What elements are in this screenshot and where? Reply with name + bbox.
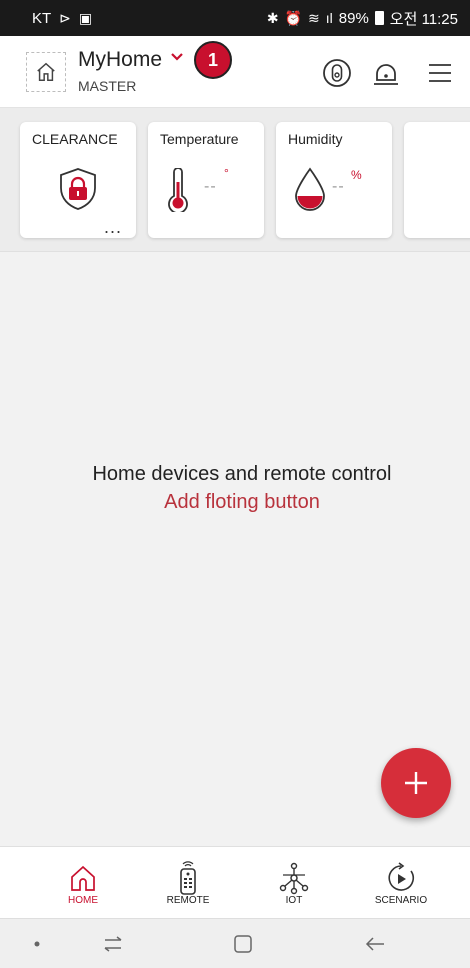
alarm-bell-icon[interactable] <box>369 56 403 90</box>
home-name[interactable]: MyHome <box>78 48 162 72</box>
card-title: Temperature <box>160 131 239 147</box>
system-navigation-bar <box>0 918 470 968</box>
app-screen: KT ⊳ ▣ ✱ ⏰ ≋ ıl 89% 오전 11:25 MyHome MAST… <box>0 0 470 968</box>
home-system-button[interactable] <box>228 929 258 959</box>
chevron-down-icon[interactable] <box>170 50 184 69</box>
alarm-icon: ⏰ <box>284 9 303 26</box>
card-title: CLEARANCE <box>32 131 118 147</box>
add-floating-button[interactable] <box>381 748 451 818</box>
nav-label: HOME <box>68 895 98 906</box>
humidity-card[interactable]: Humidity -- % <box>276 122 392 238</box>
nav-label: IOT <box>285 895 303 906</box>
menu-icon[interactable] <box>423 56 457 90</box>
battery-icon <box>374 11 384 25</box>
square-home-icon <box>234 935 252 953</box>
battery-percent: 89% <box>338 9 369 27</box>
empty-state-title: Home devices and remote control <box>92 463 392 485</box>
water-drop-icon <box>292 166 328 217</box>
remote-control-icon <box>171 861 205 895</box>
status-cards-row: CLEARANCE ... Temperature -- ° Humidity … <box>0 108 470 252</box>
step-badge: 1 <box>194 41 232 79</box>
signal-icon: ıl <box>325 10 333 26</box>
user-role: MASTER <box>78 78 137 94</box>
main-content: Home devices and remote control Add flot… <box>0 253 470 846</box>
clock: 오전 11:25 <box>389 10 458 28</box>
more-icon[interactable]: ... <box>104 218 122 236</box>
house-icon <box>37 62 55 81</box>
nav-scenario[interactable]: SCENARIO <box>346 847 456 919</box>
recents-icon <box>104 936 122 952</box>
nav-remote[interactable]: REMOTE <box>133 847 243 919</box>
nav-home[interactable]: HOME <box>28 847 138 919</box>
nav-label: REMOTE <box>166 895 210 906</box>
carrier-label: KT <box>32 9 52 27</box>
bluetooth-icon: ✱ <box>266 9 279 26</box>
empty-state-subtitle: Add floting button <box>164 491 320 513</box>
iot-network-icon <box>277 861 311 895</box>
humidity-value: -- <box>332 178 345 195</box>
nav-iot[interactable]: IOT <box>239 847 349 919</box>
plus-icon <box>405 772 427 794</box>
clearance-card[interactable]: CLEARANCE ... <box>20 122 136 238</box>
card-title: Humidity <box>288 131 343 147</box>
thermometer-icon <box>164 167 192 217</box>
temperature-unit: ° <box>224 166 229 180</box>
lock-shield-icon <box>56 166 100 217</box>
next-card[interactable] <box>404 122 470 238</box>
cast-icon: ⊳ <box>59 9 71 26</box>
scenario-play-icon <box>384 861 418 895</box>
status-bar: KT ⊳ ▣ ✱ ⏰ ≋ ıl 89% 오전 11:25 <box>0 0 470 36</box>
home-icon <box>66 861 100 895</box>
dot-indicator-icon <box>22 929 52 959</box>
home-selector-button[interactable] <box>26 52 66 92</box>
doorbell-icon[interactable] <box>320 56 354 90</box>
nav-label: SCENARIO <box>374 895 428 906</box>
wifi-icon: ≋ <box>308 9 320 26</box>
recents-button[interactable] <box>98 929 128 959</box>
app-header: MyHome MASTER 1 <box>0 36 470 108</box>
temperature-card[interactable]: Temperature -- ° <box>148 122 264 238</box>
back-button[interactable] <box>360 929 390 959</box>
notification-icon: ▣ <box>78 9 93 26</box>
bottom-navigation: HOME REMOTE IOT SCENARIO <box>0 846 470 918</box>
humidity-unit: % <box>351 168 362 182</box>
temperature-value: -- <box>204 178 217 195</box>
back-arrow-icon <box>365 937 384 951</box>
